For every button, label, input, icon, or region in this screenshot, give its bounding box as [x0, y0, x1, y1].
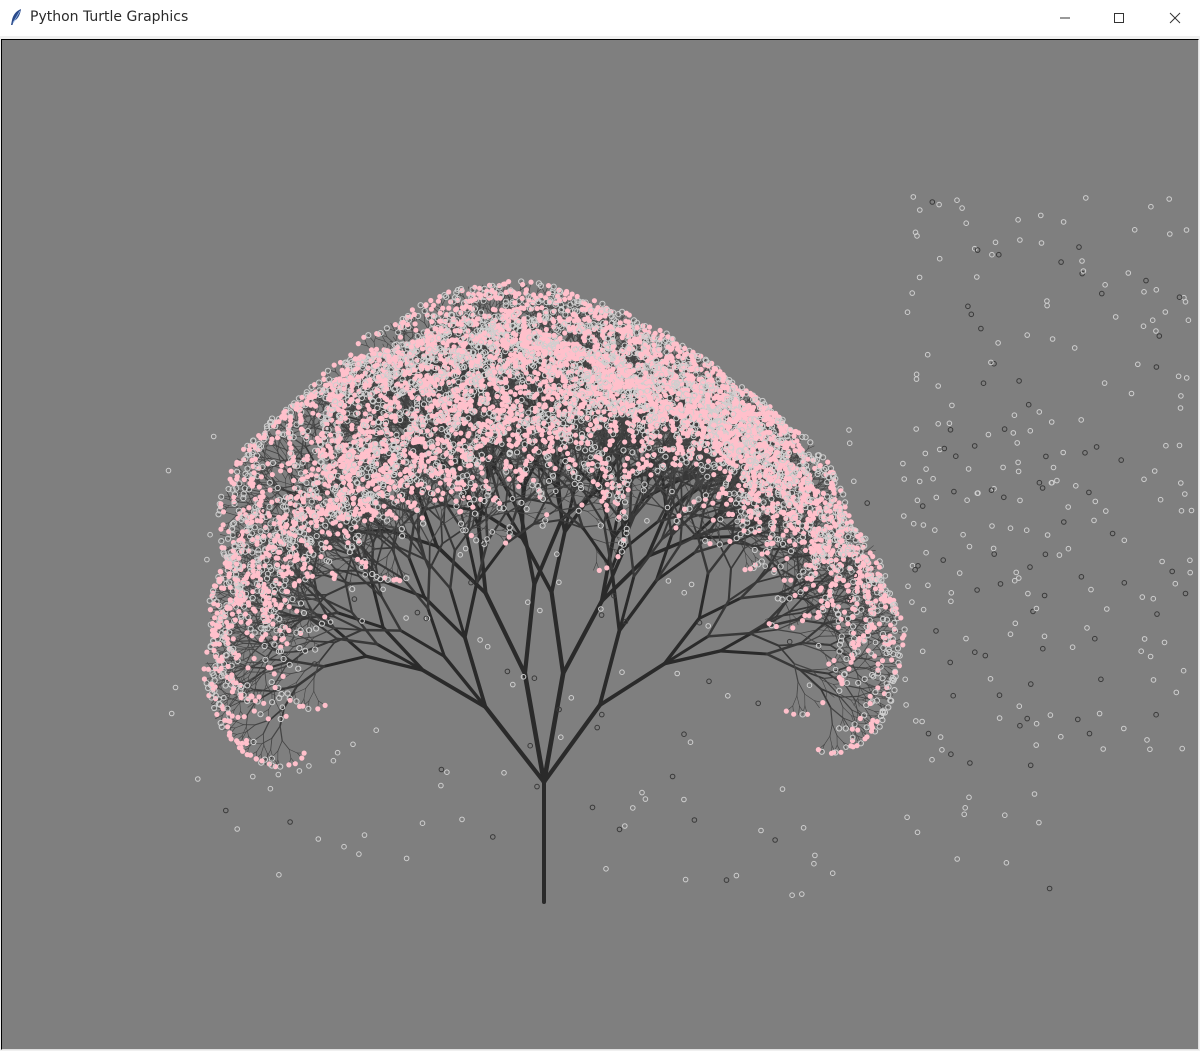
turtle-window: Python Turtle Graphics: [0, 0, 1200, 1051]
branch-segment: [484, 298, 489, 310]
branch-segment: [483, 591, 528, 676]
titlebar-divider: [0, 36, 1200, 38]
branch-segment: [423, 312, 426, 324]
fractal-tree-drawing: [165, 194, 1195, 904]
minimize-button[interactable]: [1042, 0, 1088, 36]
maximize-icon: [1113, 12, 1125, 24]
turtle-canvas[interactable]: [1, 39, 1199, 1050]
close-button[interactable]: [1152, 0, 1198, 36]
branch-segment: [238, 501, 253, 504]
title-bar[interactable]: Python Turtle Graphics: [0, 0, 1200, 36]
window-title: Python Turtle Graphics: [30, 9, 188, 25]
branch-segment: [397, 331, 407, 335]
minimize-icon: [1059, 12, 1071, 24]
branch-segment: [296, 411, 299, 423]
branch-segment: [308, 622, 312, 631]
branch-segment: [306, 424, 315, 426]
close-icon: [1169, 12, 1181, 24]
branch-segment: [226, 512, 237, 516]
branch-segment: [522, 582, 537, 676]
maximize-button[interactable]: [1096, 0, 1142, 36]
branch-segment: [522, 671, 547, 785]
feather-icon: [9, 8, 23, 26]
